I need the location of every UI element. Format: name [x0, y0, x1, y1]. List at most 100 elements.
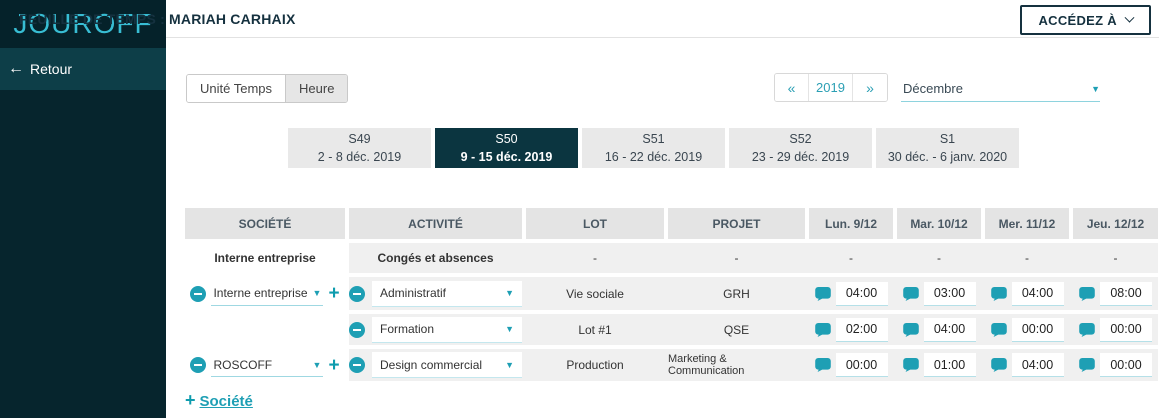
- time-input[interactable]: [1100, 353, 1152, 377]
- next-year-button[interactable]: »: [853, 74, 887, 101]
- week-code: S51: [642, 130, 664, 148]
- lot-value: Vie sociale: [526, 287, 664, 301]
- dropdown-arrow-icon: ▼: [505, 360, 514, 370]
- absence-day-value: -: [985, 251, 1069, 265]
- comment-bubble-icon[interactable]: [815, 358, 831, 372]
- time-input[interactable]: [924, 353, 976, 377]
- column-header-day-thu: Jeu. 12/12: [1073, 208, 1158, 239]
- access-menu-label: ACCÉDEZ À: [1038, 13, 1117, 28]
- company-select[interactable]: ROSCOFF ▼: [211, 353, 323, 377]
- company-select[interactable]: Interne entreprise ▼: [211, 282, 323, 306]
- time-input[interactable]: [1012, 318, 1064, 342]
- comment-bubble-icon[interactable]: [815, 323, 831, 337]
- time-input[interactable]: [1012, 282, 1064, 306]
- week-tab-s51[interactable]: S51 16 - 22 déc. 2019: [582, 128, 725, 168]
- activity-select[interactable]: Design commercial ▼: [372, 352, 522, 378]
- time-input[interactable]: [836, 282, 888, 306]
- week-range: 9 - 15 déc. 2019: [461, 148, 553, 166]
- company-label: Interne entreprise: [214, 251, 315, 265]
- table-header-row: SOCIÉTÉ ACTIVITÉ LOT PROJET Lun. 9/12 Ma…: [185, 208, 1158, 239]
- table-row-absences: Interne entreprise Congés et absences - …: [185, 243, 1158, 273]
- week-tab-s52[interactable]: S52 23 - 29 déc. 2019: [729, 128, 872, 168]
- time-input[interactable]: [836, 318, 888, 342]
- unit-toggle-label[interactable]: Unité Temps: [187, 75, 285, 102]
- time-input[interactable]: [836, 353, 888, 377]
- activity-select[interactable]: Administratif ▼: [372, 281, 522, 307]
- timesheet-table: SOCIÉTÉ ACTIVITÉ LOT PROJET Lun. 9/12 Ma…: [185, 208, 1158, 381]
- absence-lot: -: [526, 251, 664, 265]
- year-navigation: « 2019 »: [774, 73, 888, 102]
- add-activity-icon[interactable]: +: [328, 284, 339, 303]
- week-tab-s49[interactable]: S49 2 - 8 déc. 2019: [288, 128, 431, 168]
- project-value: GRH: [668, 287, 805, 301]
- dropdown-arrow-icon: ▼: [505, 324, 514, 334]
- month-select[interactable]: Décembre ▼: [901, 76, 1100, 102]
- comment-bubble-icon[interactable]: [1079, 287, 1095, 301]
- week-range: 2 - 8 déc. 2019: [318, 148, 401, 166]
- remove-company-icon[interactable]: [190, 286, 206, 302]
- comment-bubble-icon[interactable]: [903, 323, 919, 337]
- plus-icon: +: [185, 390, 196, 411]
- week-range: 30 déc. - 6 janv. 2020: [888, 148, 1007, 166]
- company-select-value: Interne entreprise: [213, 286, 307, 300]
- column-header-day-wed: Mer. 11/12: [985, 208, 1069, 239]
- absence-day-value: -: [809, 251, 893, 265]
- remove-activity-icon[interactable]: [349, 322, 365, 338]
- add-activity-icon[interactable]: +: [328, 356, 339, 375]
- prev-year-button[interactable]: «: [775, 74, 809, 101]
- dropdown-arrow-icon: ▼: [313, 288, 322, 298]
- access-menu-button[interactable]: ACCÉDEZ À: [1020, 5, 1151, 35]
- page-title: FEUILLE DE TEMPS : MARIAH CARHAIX: [19, 11, 296, 27]
- time-input[interactable]: [1100, 318, 1152, 342]
- comment-bubble-icon[interactable]: [991, 358, 1007, 372]
- remove-activity-icon[interactable]: [349, 357, 365, 373]
- activity-select[interactable]: Formation ▼: [372, 317, 522, 343]
- activity-select-value: Formation: [380, 322, 434, 336]
- lot-value: Production: [526, 358, 664, 372]
- time-input[interactable]: [924, 282, 976, 306]
- week-tab-s50-selected[interactable]: S50 9 - 15 déc. 2019: [435, 128, 578, 168]
- week-code: S1: [940, 130, 955, 148]
- column-header-projet: PROJET: [668, 208, 805, 239]
- topbar: [166, 0, 1159, 38]
- lot-value: Lot #1: [526, 323, 664, 337]
- week-tab-s1[interactable]: S1 30 déc. - 6 janv. 2020: [876, 128, 1019, 168]
- comment-bubble-icon[interactable]: [991, 323, 1007, 337]
- table-row: ROSCOFF ▼ + Design commercial ▼ Producti…: [185, 349, 1158, 381]
- time-input[interactable]: [924, 318, 976, 342]
- comment-bubble-icon[interactable]: [815, 287, 831, 301]
- project-value: QSE: [668, 323, 805, 337]
- table-row: Interne entreprise ▼ + Administratif ▼ V…: [185, 277, 1158, 310]
- comment-bubble-icon[interactable]: [903, 287, 919, 301]
- left-arrow-icon: ←: [8, 60, 24, 78]
- unit-toggle-value-heure[interactable]: Heure: [285, 75, 347, 102]
- remove-activity-icon[interactable]: [349, 286, 365, 302]
- activity-select-value: Administratif: [380, 286, 446, 300]
- comment-bubble-icon[interactable]: [1079, 323, 1095, 337]
- comment-bubble-icon[interactable]: [903, 358, 919, 372]
- absence-day-value: -: [897, 251, 981, 265]
- time-input[interactable]: [1100, 282, 1152, 306]
- column-header-activite: ACTIVITÉ: [349, 208, 522, 239]
- time-input[interactable]: [1012, 353, 1064, 377]
- comment-bubble-icon[interactable]: [991, 287, 1007, 301]
- remove-company-icon[interactable]: [190, 357, 206, 373]
- column-header-day-mon: Lun. 9/12: [809, 208, 893, 239]
- comment-bubble-icon[interactable]: [1079, 358, 1095, 372]
- project-value: Marketing & Communication: [668, 353, 805, 377]
- week-code: S52: [789, 130, 811, 148]
- back-label: Retour: [30, 61, 72, 77]
- add-company-button[interactable]: + Société: [185, 390, 253, 411]
- back-button[interactable]: ← Retour: [0, 48, 166, 90]
- add-company-label: Société: [200, 393, 253, 410]
- table-row: Formation ▼ Lot #1 QSE: [185, 314, 1158, 345]
- sidebar: JOUROFF ← Retour: [0, 0, 166, 418]
- absence-day-value: -: [1073, 251, 1158, 265]
- year-value[interactable]: 2019: [809, 74, 853, 101]
- absence-project: -: [668, 251, 805, 265]
- column-header-societe: SOCIÉTÉ: [185, 208, 345, 239]
- dropdown-arrow-icon: ▼: [313, 360, 322, 370]
- column-header-lot: LOT: [526, 208, 664, 239]
- month-select-value: Décembre: [901, 81, 963, 96]
- column-header-day-tue: Mar. 10/12: [897, 208, 981, 239]
